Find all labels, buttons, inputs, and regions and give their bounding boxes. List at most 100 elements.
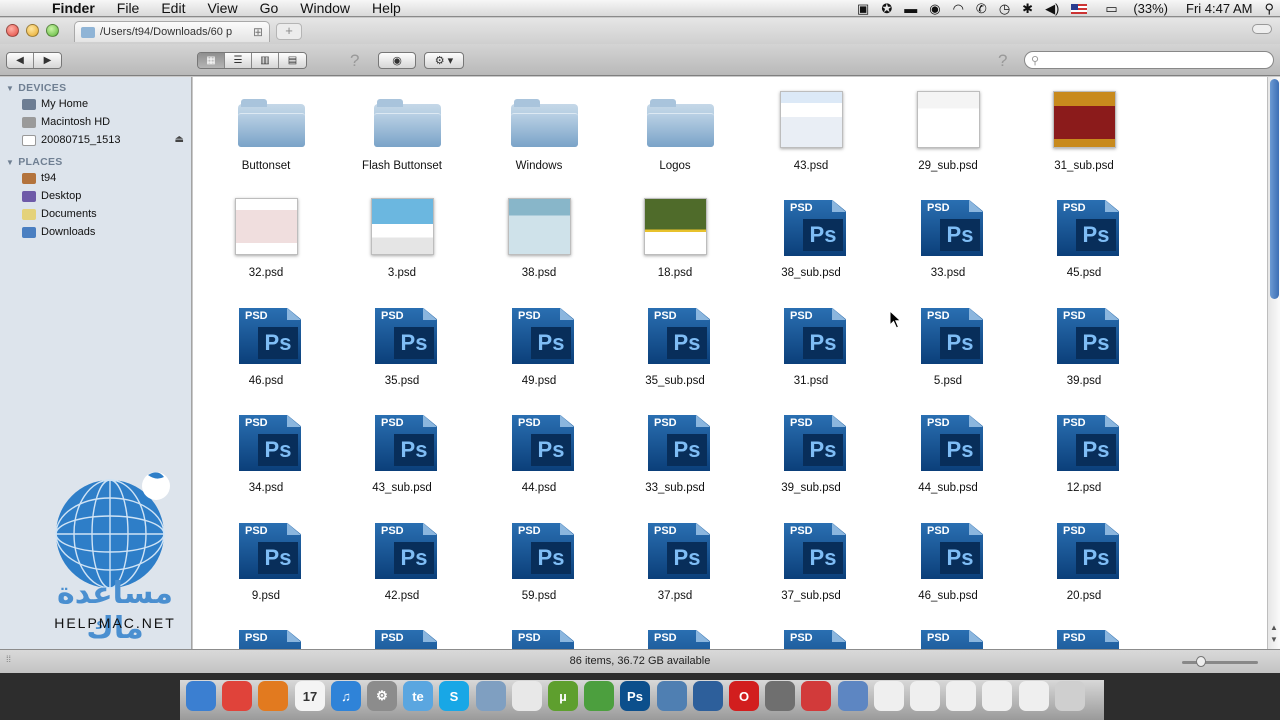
- dock-window-2-icon[interactable]: [910, 681, 940, 711]
- dock-quicktime-icon[interactable]: [657, 681, 687, 711]
- dock-itunes-icon[interactable]: ♫: [331, 681, 361, 711]
- dock-utorrent-icon[interactable]: µ: [548, 681, 578, 711]
- file-item[interactable]: PSD Ps 49.psd: [474, 298, 604, 398]
- battery-status[interactable]: ▭ (33%): [1099, 1, 1174, 17]
- dock-window-3-icon[interactable]: [946, 681, 976, 711]
- dock-photo-booth-icon[interactable]: [765, 681, 795, 711]
- tab-close-icon[interactable]: ⊞: [253, 25, 263, 39]
- sidebar-item-macintosh-hd[interactable]: Macintosh HD: [0, 113, 191, 131]
- file-item[interactable]: 43.psd: [746, 83, 876, 183]
- file-item[interactable]: PSD Ps 35.psd: [337, 298, 467, 398]
- sidebar-section-devices[interactable]: ▼ DEVICES: [0, 81, 191, 95]
- file-item[interactable]: PSD Ps 12.psd: [1019, 405, 1149, 505]
- dock-trash-icon[interactable]: [1055, 681, 1085, 711]
- dock-opera-icon[interactable]: O: [729, 681, 759, 711]
- menu-app-finder[interactable]: Finder: [42, 0, 106, 17]
- file-item[interactable]: PSDPs: [746, 620, 876, 649]
- file-item[interactable]: Windows: [474, 83, 604, 183]
- file-item[interactable]: 38.psd: [474, 190, 604, 290]
- dock-tool-icon[interactable]: [584, 681, 614, 711]
- file-item[interactable]: PSDPs: [201, 620, 331, 649]
- sidebar-section-places[interactable]: ▼ PLACES: [0, 155, 191, 169]
- sidebar-item-documents[interactable]: Documents: [0, 205, 191, 223]
- new-tab-button[interactable]: +: [276, 23, 302, 40]
- file-item[interactable]: PSD Ps 44_sub.psd: [883, 405, 1013, 505]
- scrollbar-thumb[interactable]: [1270, 79, 1279, 299]
- clock[interactable]: Fri 4:47 AM: [1186, 1, 1252, 16]
- dock-window-4-icon[interactable]: [982, 681, 1012, 711]
- file-item[interactable]: PSD Ps 37.psd: [610, 513, 740, 613]
- dock-preferences-icon[interactable]: ⚙: [367, 681, 397, 711]
- dock-textedit-icon[interactable]: [512, 681, 542, 711]
- file-item[interactable]: PSD Ps 9.psd: [201, 513, 331, 613]
- column-view-button[interactable]: ▥: [252, 53, 279, 68]
- file-item[interactable]: 3.psd: [337, 190, 467, 290]
- sidebar-item-downloads[interactable]: Downloads: [0, 223, 191, 241]
- sidebar-item-disk-image[interactable]: 20080715_1513 ⏏: [0, 131, 191, 149]
- dock-photoshop-icon[interactable]: Ps: [620, 681, 650, 711]
- sidebar-item-home[interactable]: t94: [0, 169, 191, 187]
- file-item[interactable]: PSDPs: [883, 620, 1013, 649]
- dock-te-icon[interactable]: te: [403, 681, 433, 711]
- file-item[interactable]: Buttonset: [201, 83, 331, 183]
- icon-view-button[interactable]: ▦: [198, 53, 225, 68]
- file-item[interactable]: PSDPs: [474, 620, 604, 649]
- file-item[interactable]: 29_sub.psd: [883, 83, 1013, 183]
- eject-icon[interactable]: ⏏: [175, 131, 184, 149]
- menu-edit[interactable]: Edit: [150, 0, 196, 17]
- file-item[interactable]: 18.psd: [610, 190, 740, 290]
- dock-iso-icon[interactable]: [801, 681, 831, 711]
- minimize-button[interactable]: [26, 24, 39, 37]
- menu-file[interactable]: File: [106, 0, 151, 17]
- file-item[interactable]: PSD Ps 39.psd: [1019, 298, 1149, 398]
- toolbar-toggle-button[interactable]: [1252, 24, 1272, 34]
- search-input[interactable]: ⚲: [1024, 51, 1274, 69]
- file-item[interactable]: Logos: [610, 83, 740, 183]
- file-item[interactable]: PSD Ps 38_sub.psd: [746, 190, 876, 290]
- file-item[interactable]: PSD Ps 43_sub.psd: [337, 405, 467, 505]
- menu-window[interactable]: Window: [289, 0, 361, 17]
- dock-finder-icon[interactable]: [186, 681, 216, 711]
- list-view-button[interactable]: ☰: [225, 53, 252, 68]
- file-item[interactable]: Flash Buttonset: [337, 83, 467, 183]
- tab-current-folder[interactable]: /Users/t94/Downloads/60 p ⊞: [74, 21, 270, 42]
- dock-globe-icon[interactable]: [693, 681, 723, 711]
- dock-preview-icon[interactable]: [476, 681, 506, 711]
- file-item[interactable]: PSD Ps 39_sub.psd: [746, 405, 876, 505]
- file-item[interactable]: PSD Ps 35_sub.psd: [610, 298, 740, 398]
- dock-chrome-icon[interactable]: [222, 681, 252, 711]
- quick-look-button[interactable]: ◉: [378, 52, 416, 69]
- file-item[interactable]: PSD Ps 46_sub.psd: [883, 513, 1013, 613]
- shield-icon[interactable]: ✪: [881, 1, 892, 17]
- zoom-button[interactable]: [46, 24, 59, 37]
- file-item[interactable]: PSD Ps 42.psd: [337, 513, 467, 613]
- file-item[interactable]: 31_sub.psd: [1019, 83, 1149, 183]
- file-item[interactable]: PSD Ps 44.psd: [474, 405, 604, 505]
- file-item[interactable]: PSD Ps 45.psd: [1019, 190, 1149, 290]
- icon-size-slider[interactable]: [1182, 661, 1258, 664]
- scroll-down-arrow-icon[interactable]: ▼: [1270, 635, 1278, 644]
- vertical-scrollbar[interactable]: ▲ ▼: [1267, 77, 1280, 649]
- dock-applications-icon[interactable]: [838, 681, 868, 711]
- screen-record-icon[interactable]: ▣: [857, 1, 869, 17]
- menu-view[interactable]: View: [196, 0, 248, 17]
- menu-go[interactable]: Go: [249, 0, 290, 17]
- file-item[interactable]: PSD Ps 20.psd: [1019, 513, 1149, 613]
- bluetooth-icon[interactable]: ✱: [1022, 1, 1033, 17]
- file-item[interactable]: 32.psd: [201, 190, 331, 290]
- volume-icon[interactable]: ◀): [1045, 1, 1059, 17]
- spotlight-icon[interactable]: ⚲: [1264, 1, 1274, 17]
- file-item[interactable]: PSD Ps 37_sub.psd: [746, 513, 876, 613]
- phone-icon[interactable]: ✆: [976, 1, 987, 17]
- dock-ical-icon[interactable]: 17: [295, 681, 325, 711]
- dock-window-1-icon[interactable]: [874, 681, 904, 711]
- coverflow-view-button[interactable]: ▤: [279, 53, 306, 68]
- flag-icon[interactable]: [1071, 3, 1088, 14]
- sidebar-item-my-home[interactable]: My Home: [0, 95, 191, 113]
- time-machine-icon[interactable]: ◷: [999, 1, 1010, 17]
- file-item[interactable]: PSDPs: [337, 620, 467, 649]
- dock-window-5-icon[interactable]: [1019, 681, 1049, 711]
- menu-help[interactable]: Help: [361, 0, 412, 17]
- back-button[interactable]: ◀: [7, 53, 34, 68]
- dock-skype-icon[interactable]: S: [439, 681, 469, 711]
